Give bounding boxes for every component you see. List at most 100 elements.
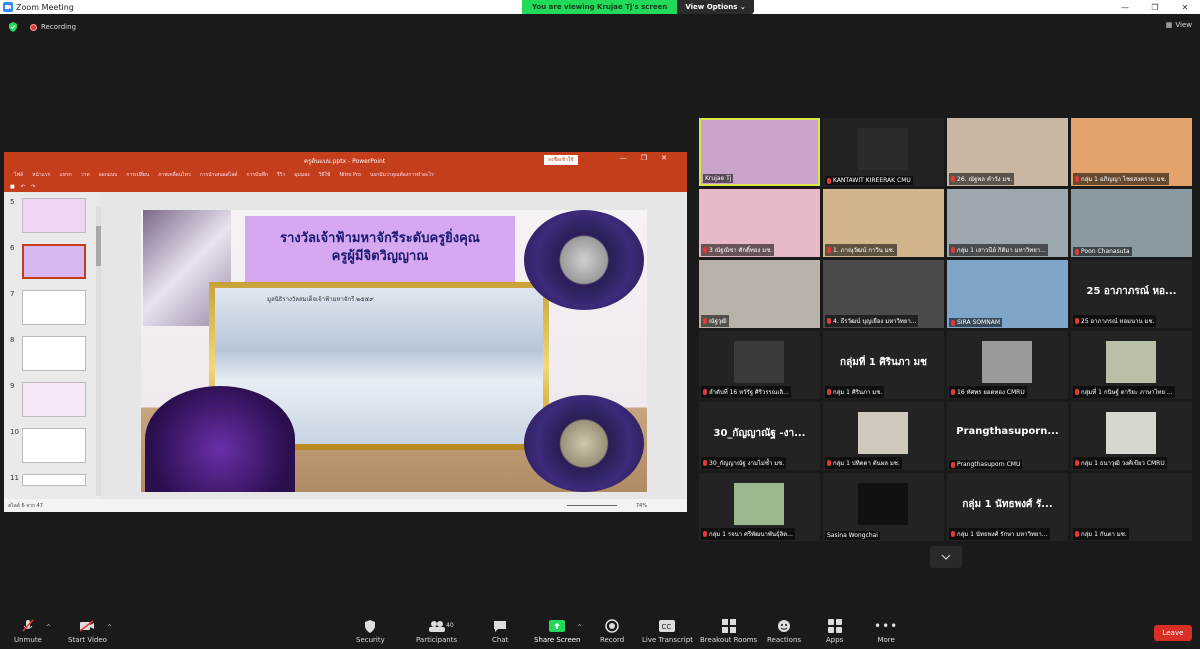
slide-thumbnail[interactable] [22, 244, 86, 279]
breakout-icon [721, 619, 736, 633]
slide-thumbnail[interactable] [22, 428, 86, 463]
ribbon-tab[interactable]: Nitro Pro [339, 172, 361, 178]
chevron-down-icon: ⌄ [739, 3, 746, 11]
video-options-caret[interactable]: ^ [107, 624, 112, 631]
redo-icon[interactable]: ↷ [31, 184, 35, 190]
participant-tile[interactable]: Sasina Wongchai [823, 473, 944, 541]
participants-label: Participants [416, 636, 458, 644]
ribbon-tab[interactable]: แทรก [60, 171, 72, 179]
apps-button[interactable]: Apps [826, 619, 843, 644]
participant-tile[interactable]: ณัฐวุฒิ [699, 260, 820, 328]
save-icon[interactable]: ■ [10, 184, 15, 190]
participant-tile[interactable]: กลุ่ม 1 เสาวนีย์ กิติมา มหาวิทยา... [947, 189, 1068, 257]
ribbon-tab[interactable]: การเปลี่ยน [126, 171, 149, 179]
participant-tile[interactable]: กลุ่ม 1 ปทิตตา ตันผล มช. [823, 402, 944, 470]
ribbon-tab[interactable]: วาด [81, 171, 90, 179]
unmute-button[interactable]: Unmute [14, 619, 42, 644]
zoom-slider[interactable] [567, 505, 617, 506]
ribbon-tab[interactable]: บอกฉันว่าคุณต้องการทำอะไร [370, 171, 434, 179]
video-off-icon [79, 619, 95, 633]
participant-tile[interactable]: กลุ่ม 1 ธนาวุฒิ วงศ์เขียว CMRU [1071, 402, 1192, 470]
participant-display-name: กลุ่ม 1 นัทธพงศ์ รั... [962, 499, 1053, 510]
ppt-window-controls[interactable]: —❐✕ [620, 154, 681, 162]
close-button[interactable]: ✕ [1170, 0, 1200, 14]
participant-tile[interactable]: 16 ทัศพร ยอดทอง CMRU [947, 331, 1068, 399]
participant-tile[interactable]: 4. ธีรวัฒน์ บุญเยือง มหาวิทยา... [823, 260, 944, 328]
share-options-caret[interactable]: ^ [577, 624, 582, 631]
participant-tile[interactable]: กลุ่มที่ 1 ศิรินภา มช กลุ่ม 1 ศิรินภา มช. [823, 331, 944, 399]
slide-thumbnail[interactable] [22, 336, 86, 371]
participant-display-name: 30_กัญญาณัฐ -งา... [713, 428, 806, 439]
slide-thumbnail[interactable] [22, 474, 86, 486]
ribbon-tab[interactable]: การนำเสนอสไลด์ [200, 171, 238, 179]
zoom-logo-icon [3, 2, 13, 12]
participant-name-text: 1. ภาณุวัฒน์ กาวิน มช. [833, 247, 895, 254]
recording-indicator[interactable]: Recording [30, 23, 76, 31]
ribbon-tab[interactable]: ภาพเคลื่อนไหว [158, 171, 191, 179]
participant-tile[interactable]: กลุ่ม 1 อภิญญา ไชยสงคราม มช. [1071, 118, 1192, 186]
ribbon-tab[interactable]: รีวิว [277, 171, 285, 179]
ribbon-tab[interactable]: ไฟล์ [14, 171, 23, 179]
security-button[interactable]: Security [356, 619, 385, 644]
participant-tile[interactable]: 25 อาภาภรณ์ หอ... 25 อาภาภรณ์ หอมนาน มช. [1071, 260, 1192, 328]
participant-tile[interactable]: กลุ่ม 1 นัทธพงศ์ รั... กลุ่ม 1 นัทธพงศ์ ร… [947, 473, 1068, 541]
participant-tile[interactable]: Prangthasuporn... Prangthasuporn CMU [947, 402, 1068, 470]
slide-title-line-1: รางวัลเจ้าฟ้ามหาจักรีระดับครูยิ่งคุณ [280, 231, 480, 246]
minimize-button[interactable]: — [1110, 0, 1140, 14]
participant-tile[interactable]: กลุ่ม 1 กันตา มช. [1071, 473, 1192, 541]
thumb-scrollbar[interactable] [96, 206, 101, 496]
audio-options-caret[interactable]: ^ [46, 624, 51, 631]
chat-button[interactable]: Chat [492, 619, 508, 644]
record-button[interactable]: Record [600, 619, 624, 644]
ppt-status-bar: สไลด์ 6 จาก 47 74% [4, 499, 687, 512]
chevron-down-icon [941, 554, 951, 560]
participant-tile[interactable]: Krujae Tj [699, 118, 820, 186]
participant-tile[interactable]: กลุ่ม 1 รจนา ศรีพัฒนาพันธุ์ลิต... [699, 473, 820, 541]
shield-icon[interactable] [8, 22, 18, 32]
ribbon-tab[interactable]: การบันทึก [247, 171, 268, 179]
undo-icon[interactable]: ↶ [21, 184, 25, 190]
slide-thumbnail[interactable] [22, 290, 86, 325]
ribbon-tab[interactable]: มุมมอง [294, 171, 309, 179]
share-screen-label: Share Screen [534, 636, 581, 644]
participant-tile[interactable]: SIRA SOMNAM [947, 260, 1068, 328]
participant-tile[interactable]: 3 ณัฐณิชา ศักดิ์ทอง มช. [699, 189, 820, 257]
reactions-button[interactable]: Reactions [767, 619, 801, 644]
ppt-signin-button[interactable]: ลงชื่อเข้าใช้ [544, 155, 578, 165]
view-options-button[interactable]: View Options ⌄ [677, 0, 754, 14]
more-button[interactable]: ••• More [874, 619, 898, 644]
shared-screen[interactable]: ครูต้นแบบ.pptx - PowerPoint ลงชื่อเข้าใช… [4, 152, 687, 512]
participant-name: กลุ่ม 1 กันตา มช. [1073, 528, 1129, 540]
participant-display-name: Prangthasuporn... [956, 426, 1059, 437]
participant-tile[interactable]: ลำดับที่ 16 หวัรัฐ ศิริวรรณเลิ... [699, 331, 820, 399]
maximize-button[interactable]: ❐ [1140, 0, 1170, 14]
mic-muted-icon [827, 460, 831, 466]
ribbon-tab[interactable]: หน้าแรก [32, 171, 50, 179]
live-transcript-button[interactable]: CC Live Transcript [642, 619, 693, 644]
participant-video [1106, 483, 1156, 525]
ribbon-tab[interactable]: ออกแบบ [99, 171, 118, 179]
participant-name: 1. ภาณุวัฒน์ กาวิน มช. [825, 244, 897, 256]
participant-tile[interactable]: 26. ณัฐพล คำวัง มช. [947, 118, 1068, 186]
slide-thumbnail[interactable] [22, 198, 86, 233]
breakout-rooms-button[interactable]: Breakout Rooms [700, 619, 757, 644]
share-screen-button[interactable]: Share Screen [534, 619, 581, 644]
mic-muted-icon [951, 176, 955, 182]
start-video-label: Start Video [68, 636, 107, 644]
ribbon-tab[interactable]: วิธีใช้ [319, 171, 331, 179]
slide-thumbnail[interactable] [22, 382, 86, 417]
leave-button[interactable]: Leave [1154, 625, 1192, 641]
participant-count: 40 [446, 622, 454, 629]
participant-tile[interactable]: Poon Chanasuta [1071, 189, 1192, 257]
participant-tile[interactable]: 30_กัญญาณัฐ -งา... 30_กัญญาณัฐ งามไม่ซ้ำ … [699, 402, 820, 470]
gallery-next-page-button[interactable] [930, 546, 962, 568]
start-video-button[interactable]: Start Video [68, 619, 107, 644]
participant-name-text: KANTAWIT KIREERAK CMU [833, 177, 911, 184]
view-button[interactable]: ▦ View [1166, 21, 1192, 29]
participant-tile[interactable]: KANTAWIT KIREERAK CMU [823, 118, 944, 186]
participant-tile[interactable]: 1. ภาณุวัฒน์ กาวิน มช. [823, 189, 944, 257]
slide-counter: สไลด์ 6 จาก 47 [8, 502, 43, 509]
mic-muted-icon [703, 247, 707, 253]
participant-tile[interactable]: กลุ่มที่ 1 กนิษฐ์ ดาริยะ ภาษาไทย ... [1071, 331, 1192, 399]
participant-name: กลุ่มที่ 1 กนิษฐ์ ดาริยะ ภาษาไทย ... [1073, 386, 1175, 398]
